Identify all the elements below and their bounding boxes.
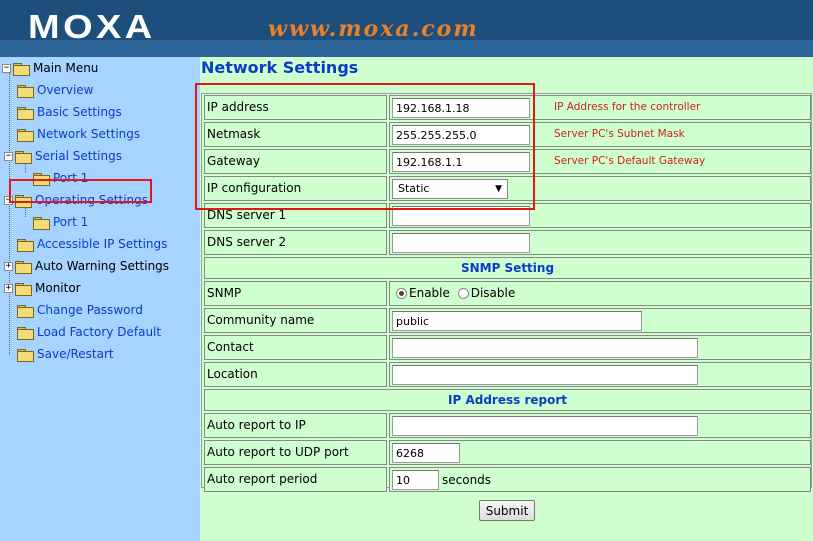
folder-icon (17, 106, 34, 120)
sidebar-item-change-password[interactable]: Change Password (17, 299, 143, 321)
field-label: Auto report to UDP port (204, 440, 387, 465)
tree-line (9, 73, 10, 355)
submit-button[interactable]: Submit (479, 500, 535, 521)
sidebar-item-label: Auto Warning Settings (35, 259, 170, 273)
expand-icon[interactable]: + (4, 283, 13, 293)
page-title: Network Settings (201, 58, 359, 77)
snmp-section-header: SNMP Setting (204, 257, 811, 279)
sidebar-item-label: Port 1 (53, 215, 89, 229)
sidebar-item-label: Change Password (37, 303, 143, 317)
location-field[interactable] (392, 365, 698, 385)
sidebar-item-label: Serial Settings (35, 149, 122, 163)
snmp-enable-radio[interactable] (396, 288, 407, 299)
snmp-disable-radio[interactable] (457, 288, 469, 299)
field-label: DNS server 2 (204, 230, 387, 255)
sidebar-item-serial-settings[interactable]: − Serial Settings (4, 145, 122, 167)
sidebar-item-label: Network Settings (37, 127, 141, 141)
sidebar-item-label: Basic Settings (37, 105, 122, 119)
auto-report-udp-port-field[interactable] (392, 443, 460, 463)
folder-icon (17, 84, 34, 98)
site-url: www.moxa.com (268, 16, 479, 42)
sidebar-item-label: Load Factory Default (37, 325, 162, 339)
collapse-icon[interactable]: − (4, 151, 13, 161)
community-name-field[interactable] (392, 311, 642, 331)
field-label: Community name (204, 308, 387, 333)
sidebar-item-label: Accessible IP Settings (37, 237, 168, 251)
sidebar-item-label: Save/Restart (37, 347, 114, 361)
field-label: Contact (204, 335, 387, 360)
dns-server-2-field[interactable] (392, 233, 530, 253)
folder-icon (17, 326, 34, 340)
field-label: Location (204, 362, 387, 387)
sidebar-item-label: Main Menu (33, 61, 99, 75)
moxa-logo: MOXA (28, 8, 156, 45)
field-hint: Server PC's Subnet Mask (554, 128, 685, 140)
field-label: Auto report period (204, 467, 387, 492)
sidebar: − Main Menu Overview Basic Settings Netw… (0, 57, 200, 541)
field-label: SNMP (204, 281, 387, 306)
ip-report-section-header: IP Address report (204, 389, 811, 411)
folder-icon (15, 260, 32, 274)
folder-icon (17, 348, 34, 362)
radio-label: Enable (409, 286, 450, 300)
nav-highlight-box (9, 179, 152, 203)
folder-icon (17, 238, 34, 252)
contact-field[interactable] (392, 338, 698, 358)
folder-icon (17, 128, 34, 142)
highlight-box (195, 83, 535, 210)
expand-icon[interactable]: + (4, 261, 13, 271)
folder-icon (15, 282, 32, 296)
header-banner: MOXA www.moxa.com (0, 0, 813, 57)
period-unit-label: seconds (442, 473, 492, 487)
auto-report-period-field[interactable] (392, 470, 439, 490)
sidebar-item-accessible-ip[interactable]: Accessible IP Settings (17, 233, 167, 255)
auto-report-ip-field[interactable] (392, 416, 698, 436)
sidebar-item-network-settings[interactable]: Network Settings (17, 123, 140, 145)
sidebar-item-monitor[interactable]: + Monitor (4, 277, 81, 299)
sidebar-item-load-factory-default[interactable]: Load Factory Default (17, 321, 161, 343)
field-label: Auto report to IP (204, 413, 387, 438)
sidebar-item-basic-settings[interactable]: Basic Settings (17, 101, 122, 123)
field-hint: Server PC's Default Gateway (554, 155, 706, 167)
sidebar-item-save-restart[interactable]: Save/Restart (17, 343, 114, 365)
sidebar-item-label: Monitor (35, 281, 81, 295)
field-hint: IP Address for the controller (554, 101, 701, 113)
sidebar-item-overview[interactable]: Overview (17, 79, 94, 101)
collapse-icon[interactable]: − (2, 63, 11, 73)
folder-icon (17, 304, 34, 318)
sidebar-item-operating-port-1[interactable]: Port 1 (33, 211, 88, 233)
radio-label: Disable (470, 286, 516, 300)
sidebar-item-label: Overview (37, 83, 94, 97)
sidebar-item-auto-warning[interactable]: + Auto Warning Settings (4, 255, 169, 277)
folder-icon (13, 62, 30, 76)
folder-icon (33, 216, 50, 230)
folder-icon (15, 150, 32, 164)
sidebar-item-main-menu[interactable]: − Main Menu (2, 57, 98, 79)
